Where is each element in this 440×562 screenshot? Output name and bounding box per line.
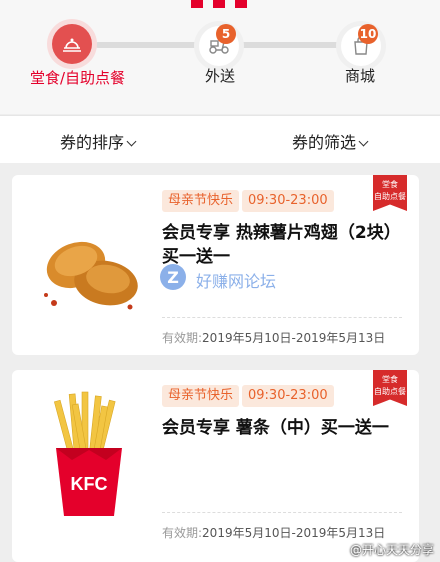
ribbon-line-2: 自助点餐 [374,387,406,396]
step-dine-in[interactable]: 堂食/自助点餐 [0,0,140,110]
validity-value: 2019年5月10日-2019年5月13日 [202,331,386,345]
chevron-down-icon [358,136,369,147]
validity-value: 2019年5月10日-2019年5月13日 [202,526,386,540]
filter-label: 券的筛选 [292,133,357,152]
filter-bar: 券的排序 券的筛选 [0,115,440,163]
ribbon-line-2: 自助点餐 [374,192,406,201]
order-mode-header: 堂食/自助点餐 5 外送 10 商城 [0,0,440,114]
sort-dropdown[interactable]: 券的排序 [60,129,137,153]
coupon-title: 会员专享 热辣薯片鸡翅（2块）买一送一 [162,223,401,267]
step-label-delivery: 外送 [204,67,235,85]
divider [162,317,402,318]
validity-label: 有效期: [162,526,203,540]
chevron-down-icon [126,136,137,147]
validity-label: 有效期: [162,331,203,345]
sort-label: 券的排序 [60,133,125,152]
svg-text:KFC: KFC [71,474,108,494]
dine-in-ribbon: 堂食 自助点餐 [373,175,407,211]
ribbon-line-1: 堂食 [382,180,398,189]
step-label-dine-in: 堂食/自助点餐 [30,69,126,87]
ribbon-line-1: 堂食 [382,375,398,384]
french-fries-image: KFC [53,391,122,516]
time-tag: 09:30-23:00 [242,190,334,212]
chicken-wings-image [44,241,138,310]
mall-badge: 10 [358,24,378,44]
watermark-text: 好赚网论坛 [196,272,277,291]
tray-icon [52,24,92,64]
weibo-watermark: @开心天天分享 [349,543,434,557]
coupon-title: 会员专享 薯条（中）买一送一 [162,418,389,438]
coupon-card[interactable]: 母亲节快乐 09:30-23:00 堂食 自助点餐 会员专享 热辣薯片鸡翅（2块… [12,175,419,355]
step-delivery[interactable]: 5 外送 [180,0,260,110]
filter-dropdown[interactable]: 券的筛选 [292,129,369,153]
event-tag: 母亲节快乐 [162,385,240,407]
step-label-mall: 商城 [344,67,375,85]
delivery-badge: 5 [216,24,236,44]
coupon-card[interactable]: KFC 母亲节快乐 09:30-23:00 堂食 自助点餐 会员专享 薯条（中）… [12,370,419,562]
step-mall[interactable]: 10 商城 [320,0,400,110]
validity: 有效期:2019年5月10日-2019年5月13日 [162,524,385,541]
dine-in-ribbon: 堂食 自助点餐 [373,370,407,406]
validity: 有效期:2019年5月10日-2019年5月13日 [162,329,385,346]
divider [162,512,402,513]
time-tag: 09:30-23:00 [242,385,334,407]
event-tag: 母亲节快乐 [162,190,240,212]
watermark-logo: Z [160,264,186,290]
